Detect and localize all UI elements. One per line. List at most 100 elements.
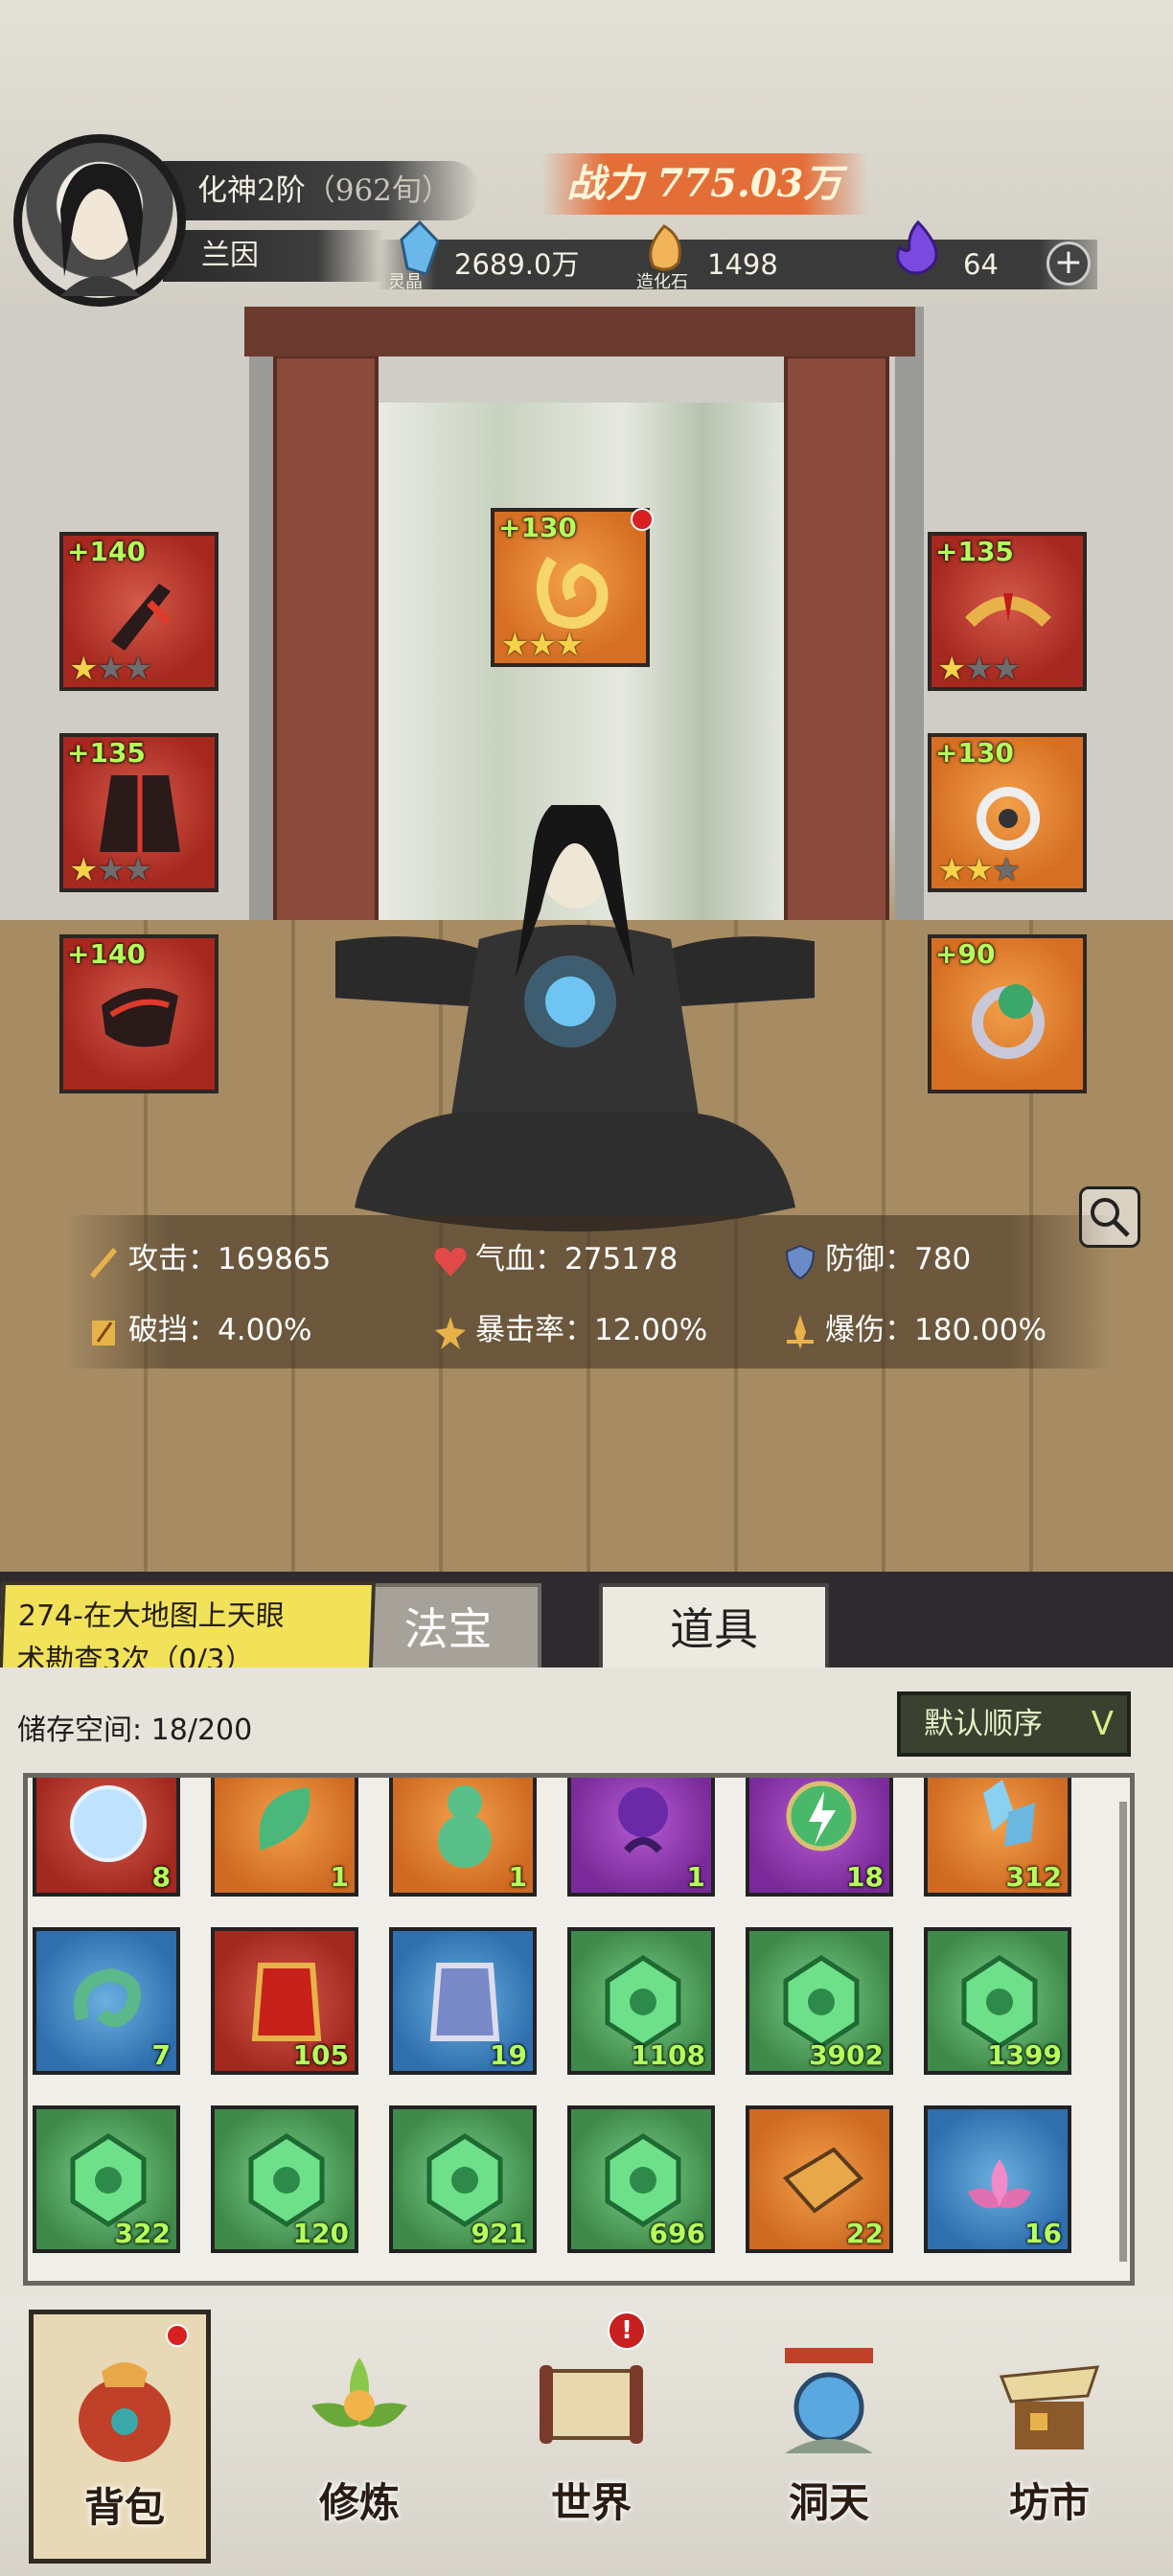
item-count: 7 (151, 2039, 171, 2071)
item-count: 22 (846, 2218, 884, 2249)
item-count: 8 (151, 1861, 171, 1893)
star-rating: ★★★ (69, 650, 152, 688)
storage-label: 储存空间: (17, 1714, 143, 1747)
inventory-item[interactable]: 1399 (924, 1927, 1071, 2075)
tab-fabao[interactable]: 法宝 (355, 1583, 541, 1668)
inventory-item[interactable]: 19 (389, 1927, 537, 2075)
stat-attack: 攻击：169865 (84, 1236, 331, 1282)
meditating-cultivator-figure (335, 805, 815, 1231)
nav-cultivate[interactable]: 修炼 (268, 2310, 450, 2564)
inventory-item[interactable]: 312 (924, 1778, 1071, 1897)
inventory-item[interactable]: 3902 (746, 1927, 893, 2075)
age-text: （962旬） (305, 173, 451, 208)
inventory-grid: 8 1 1 1 18 312 7 105 19 1108 3902 1399 322 120 921 696 2… (23, 1773, 1135, 2286)
equip-slot-talisman[interactable]: +130 ★★★ (491, 508, 650, 667)
realm-label: 化神2阶（962旬） (163, 161, 479, 220)
combat-power: 战力 775.03万 (541, 153, 867, 215)
equip-slot-ring[interactable]: +90 (928, 934, 1087, 1093)
portal-icon (785, 2348, 873, 2453)
equip-slot-weapon[interactable]: +140 ★★★ (59, 532, 218, 691)
equip-slot-armor[interactable]: +135 ★★★ (59, 733, 218, 892)
stat-label: 破挡： (128, 1313, 218, 1347)
blue-crystal-icon (983, 1780, 1035, 1847)
equip-slot-headwear[interactable]: +135 ★★★ (928, 532, 1087, 691)
resource-caption-lingjing: 灵晶 (388, 272, 423, 292)
inventory-item[interactable]: 16 (924, 2105, 1071, 2253)
inventory-item[interactable]: 120 (211, 2105, 358, 2253)
avatar[interactable] (13, 134, 186, 307)
star-rating: ★★★ (937, 650, 1021, 688)
inventory-item[interactable]: 18 (746, 1778, 893, 1897)
equip-slot-necklace[interactable]: +130 ★★★ (928, 733, 1087, 892)
add-resource-button[interactable]: + (1046, 242, 1091, 286)
lotus-icon (968, 2159, 1031, 2209)
inventory-item[interactable]: 7 (33, 1927, 180, 2075)
avatar-portrait-icon (60, 163, 143, 296)
item-count: 18 (846, 1861, 884, 1893)
item-count: 1399 (987, 2039, 1062, 2071)
storage-capacity: 储存空间: 18/200 (17, 1706, 252, 1748)
star-rating: ★★★ (500, 626, 584, 664)
inventory-item[interactable]: 696 (567, 2105, 715, 2253)
inventory-item[interactable]: 1 (389, 1778, 537, 1897)
tab-daoju[interactable]: 道具 (599, 1583, 829, 1668)
item-count: 322 (114, 2218, 171, 2249)
inventory-item[interactable]: 105 (211, 1927, 358, 2075)
puzzle-piece-icon (782, 2147, 864, 2214)
inventory-item[interactable]: 8 (33, 1778, 180, 1897)
stat-label: 气血： (475, 1242, 564, 1276)
chevron-down-icon: ᐯ (1091, 1705, 1114, 1743)
equip-level: +140 (67, 536, 146, 567)
heart-icon (434, 1247, 467, 1276)
item-count: 105 (292, 2039, 349, 2071)
bag-icon (79, 2362, 171, 2462)
stat-crit-damage: 爆伤：180.00% (781, 1307, 1046, 1353)
item-count: 19 (490, 2039, 527, 2071)
inventory-item[interactable]: 1 (211, 1778, 358, 1897)
inventory-item[interactable]: 1 (567, 1778, 715, 1897)
alert-badge: ! (608, 2312, 646, 2350)
stat-value: 275178 (564, 1242, 678, 1276)
green-gem-icon (70, 2133, 147, 2227)
sort-order-dropdown[interactable]: 默认顺序 ᐯ (897, 1691, 1131, 1757)
stat-label: 防御： (825, 1242, 914, 1276)
nav-label: 世界 (550, 2479, 632, 2526)
resource-caption-zaohuashi: 造化石 (636, 272, 688, 292)
nav-label: 洞天 (788, 2479, 869, 2526)
inventory-item[interactable]: 322 (33, 2105, 180, 2253)
door-frame (244, 307, 915, 356)
green-gem-icon (783, 1955, 860, 2049)
nav-dongtian[interactable]: 洞天 (738, 2310, 920, 2564)
nav-label: 修炼 (318, 2479, 400, 2526)
gourd-icon (438, 1785, 492, 1868)
stat-hp: 气血：275178 (431, 1236, 678, 1282)
stat-label: 爆伤： (825, 1313, 914, 1347)
bubble-orb-icon (70, 1785, 147, 1862)
inventory-item[interactable]: 1108 (567, 1927, 715, 2075)
equip-level: +140 (67, 938, 146, 970)
notification-dot (166, 2324, 189, 2347)
inventory-item[interactable]: 921 (389, 2105, 537, 2253)
power-value: 775.03万 (656, 161, 842, 206)
inventory-scrollbar[interactable] (1119, 1802, 1127, 2262)
nav-market[interactable]: 坊市 (958, 2310, 1140, 2564)
item-count: 921 (471, 2218, 527, 2249)
nav-world[interactable]: 世界 ! (500, 2310, 682, 2564)
silver-token-icon (429, 1963, 500, 2041)
inventory-item[interactable]: 22 (746, 2105, 893, 2253)
pendant-icon (977, 787, 1040, 850)
nav-bag[interactable]: 背包 (29, 2310, 211, 2564)
stat-break: 破挡：4.00% (84, 1307, 311, 1353)
resource-value-zaohuashi: 1498 (707, 248, 778, 281)
item-count: 120 (292, 2218, 349, 2249)
resource-value-lingjing: 2689.0万 (454, 248, 580, 281)
item-count: 696 (649, 2218, 705, 2249)
boots-icon (102, 988, 178, 1047)
market-icon (999, 2365, 1100, 2450)
jade-ring-icon (972, 984, 1045, 1059)
equip-level: +135 (67, 737, 146, 769)
equip-level: +130 (935, 737, 1014, 769)
stat-defense: 防御：780 (781, 1236, 971, 1282)
star-rating: ★★★ (69, 851, 152, 889)
equip-slot-boots[interactable]: +140 (59, 934, 218, 1093)
